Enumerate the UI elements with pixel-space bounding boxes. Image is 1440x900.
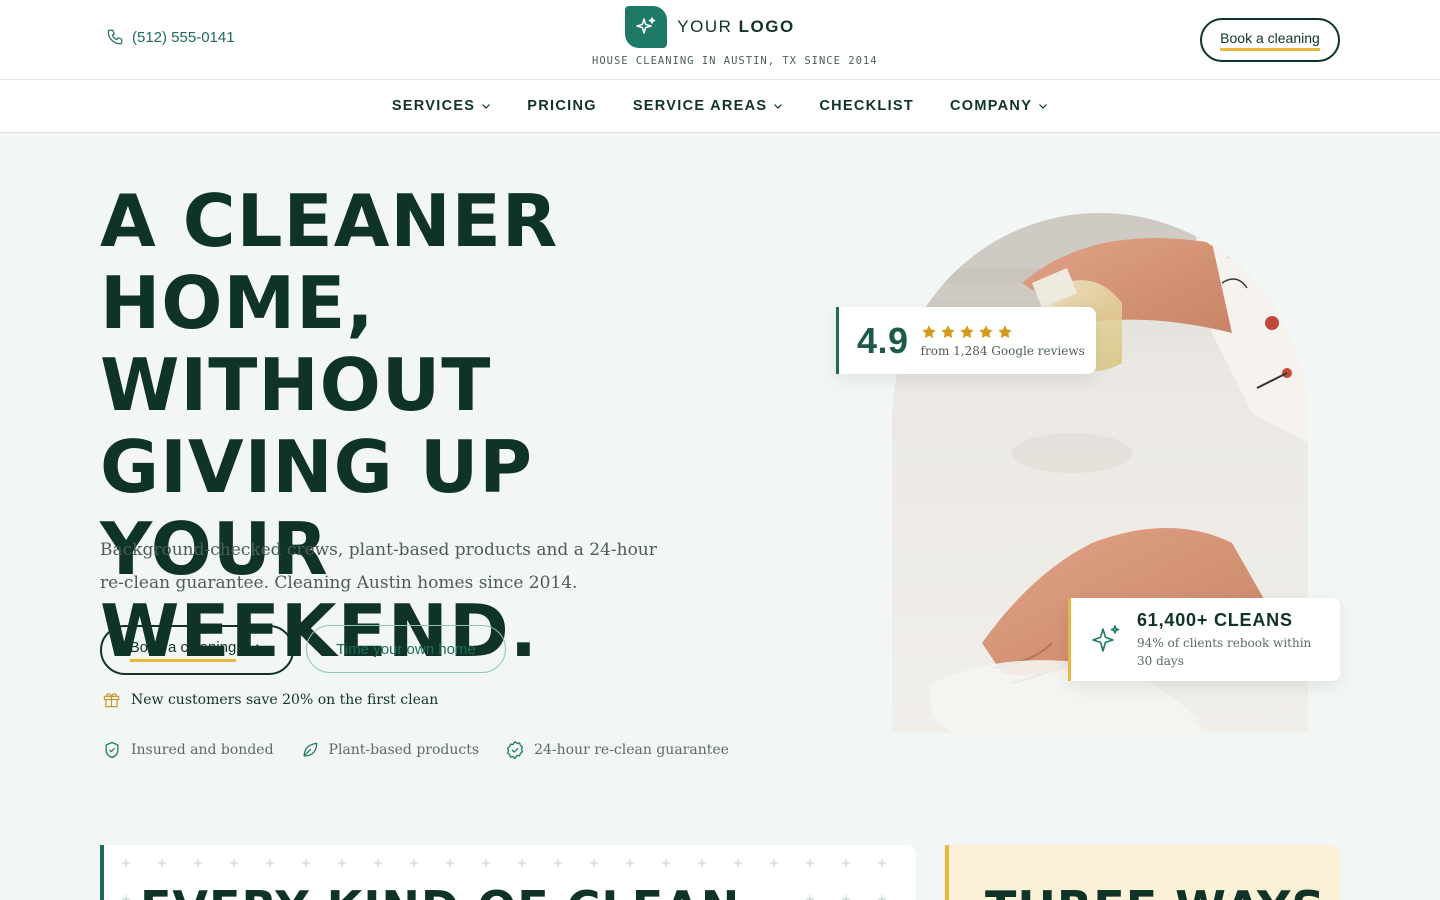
nav-item-services[interactable]: SERVICES bbox=[392, 98, 491, 114]
feature-item: Insured and bonded bbox=[102, 740, 274, 760]
stats-card: 61,400+ CLEANS 94% of clients rebook wit… bbox=[1068, 598, 1340, 681]
main-nav: SERVICES PRICING SERVICE AREAS CHECKLIST… bbox=[0, 80, 1440, 133]
star-icon bbox=[997, 324, 1012, 338]
hero-subtext: Background-checked crews, plant-based pr… bbox=[100, 540, 657, 593]
three-ways-section-card: THREE WAYS bbox=[945, 845, 1340, 900]
tagline: HOUSE CLEANING IN AUSTIN, TX SINCE 2014 bbox=[592, 55, 878, 67]
sparkle-logo-icon bbox=[625, 6, 668, 48]
nav-item-company[interactable]: COMPANY bbox=[950, 98, 1048, 114]
star-rating bbox=[921, 324, 1085, 340]
headline-line: HOME, WITHOUT bbox=[100, 261, 492, 427]
logo-text: YOUR LOGO bbox=[677, 17, 795, 36]
book-cleaning-header-label: Book a cleaning bbox=[1220, 30, 1320, 51]
phone-link[interactable]: (512) 555-0141 bbox=[106, 28, 235, 46]
feature-label: 24-hour re-clean guarantee bbox=[534, 742, 729, 758]
feature-list: Insured and bonded Plant-based products … bbox=[102, 740, 729, 760]
promo-text: New customers save 20% on the first clea… bbox=[131, 691, 439, 708]
promo-note: New customers save 20% on the first clea… bbox=[102, 690, 438, 709]
arrow-right-icon bbox=[248, 644, 264, 656]
star-icon bbox=[940, 324, 955, 338]
stats-subtitle: 94% of clients rebook within 30 days bbox=[1137, 635, 1312, 668]
nav-label: SERVICES bbox=[391, 98, 476, 114]
chevron-down-icon bbox=[774, 104, 783, 109]
nav-item-checklist[interactable]: CHECKLIST bbox=[819, 98, 914, 114]
star-icon bbox=[978, 324, 993, 338]
star-icon bbox=[959, 324, 974, 338]
headline-line: GIVING UP bbox=[100, 425, 534, 509]
feature-item: Plant-based products bbox=[300, 740, 480, 760]
nav-item-service-areas[interactable]: SERVICE AREAS bbox=[633, 98, 784, 114]
leaf-icon bbox=[303, 742, 317, 757]
chevron-down-icon bbox=[1039, 104, 1048, 109]
gift-icon bbox=[103, 693, 120, 708]
phone-icon bbox=[107, 29, 123, 45]
chevron-down-icon bbox=[482, 104, 491, 109]
logo[interactable]: YOUR LOGO HOUSE CLEANING IN AUSTIN, TX S… bbox=[592, 6, 878, 67]
services-section-card: EVERY KIND OF CLEAN bbox=[100, 845, 916, 900]
services-heading: EVERY KIND OF CLEAN bbox=[140, 881, 740, 900]
nav-label: PRICING bbox=[527, 98, 597, 114]
headline-line: A CLEANER bbox=[100, 179, 559, 263]
nav-item-pricing[interactable]: PRICING bbox=[527, 98, 597, 114]
time-your-home-button[interactable]: Time your own home bbox=[306, 625, 506, 673]
badge-check-icon bbox=[506, 741, 524, 759]
rating-card: 4.9 from 1,284 Google reviews bbox=[836, 307, 1096, 374]
book-cleaning-label: Book a cleaning bbox=[129, 639, 237, 662]
three-ways-heading: THREE WAYS bbox=[985, 881, 1325, 900]
book-cleaning-button[interactable]: Book a cleaning bbox=[100, 625, 294, 675]
phone-number: (512) 555-0141 bbox=[132, 28, 235, 46]
nav-label: CHECKLIST bbox=[819, 98, 915, 114]
feature-label: Plant-based products bbox=[328, 742, 480, 758]
nav-label: SERVICE AREAS bbox=[632, 98, 768, 114]
time-your-home-label: Time your own home bbox=[336, 640, 476, 658]
rating-label: from 1,284 Google reviews bbox=[920, 343, 1085, 358]
feature-label: Insured and bonded bbox=[131, 742, 274, 758]
sparkle-icon bbox=[1092, 624, 1120, 652]
top-bar: (512) 555-0141 YOUR LOGO HOUSE CLEANING … bbox=[0, 0, 1440, 80]
book-cleaning-header-button[interactable]: Book a cleaning bbox=[1200, 18, 1340, 62]
rating-score: 4.9 bbox=[857, 319, 909, 361]
stats-title: 61,400+ CLEANS bbox=[1137, 609, 1293, 630]
shield-check-icon bbox=[105, 741, 119, 759]
feature-item: 24-hour re-clean guarantee bbox=[505, 740, 729, 760]
nav-label: COMPANY bbox=[950, 98, 1033, 114]
star-icon bbox=[921, 324, 936, 338]
